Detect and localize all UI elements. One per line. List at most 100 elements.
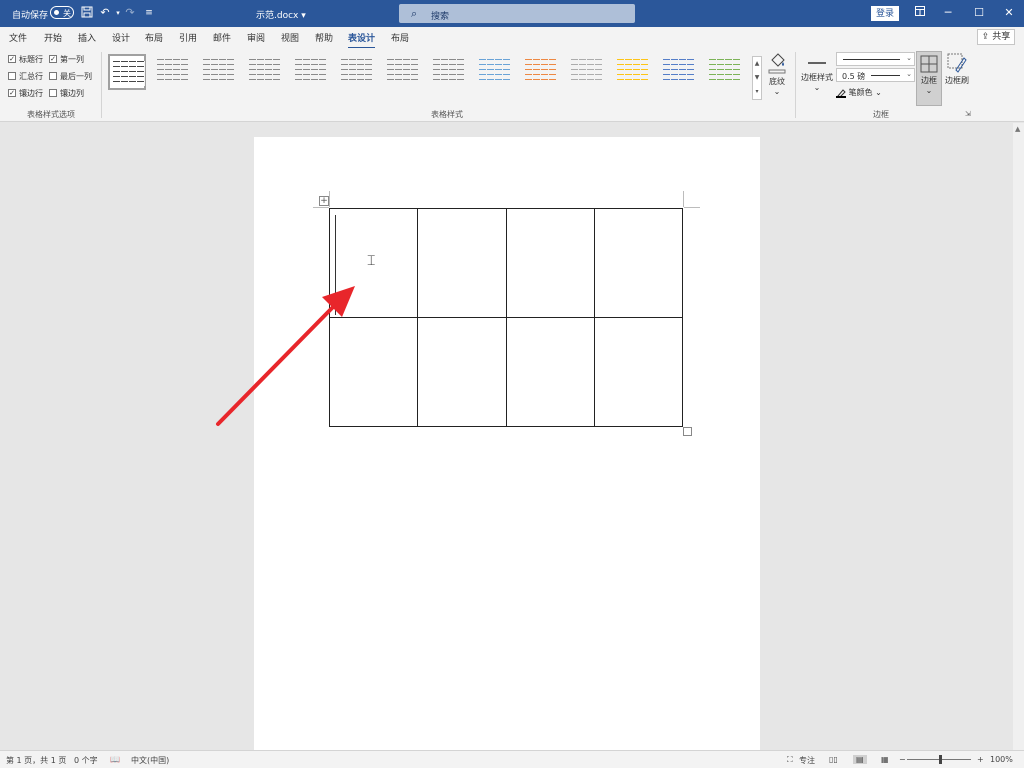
table-style-thumb[interactable] [706, 54, 744, 90]
tab-help[interactable]: 帮助 [315, 31, 333, 44]
table-style-thumb[interactable] [522, 54, 560, 90]
banded-rows-checkbox[interactable]: ✓ [8, 89, 16, 97]
zoom-in-icon[interactable]: + [977, 755, 984, 764]
table-cell[interactable] [505, 208, 595, 318]
status-bar: 第 1 页，共 1 页 0 个字 📖 中文(中国) ⛶ 专注 ▯▯ ▤ ▦ − … [0, 750, 1024, 768]
chevron-down-icon: ⌄ [773, 87, 781, 96]
proofing-icon[interactable]: 📖 [110, 755, 120, 764]
table-move-handle-icon[interactable]: + [319, 196, 329, 206]
border-style-icon [808, 62, 826, 64]
table-style-thumb[interactable] [614, 54, 652, 90]
table-style-thumb[interactable] [246, 54, 284, 90]
save-icon[interactable] [80, 6, 94, 20]
table-resize-handle[interactable] [683, 427, 692, 436]
tab-file[interactable]: 文件 [9, 31, 27, 44]
language[interactable]: 中文(中国) [131, 755, 169, 766]
last-column-checkbox[interactable] [49, 72, 57, 80]
tab-design[interactable]: 设计 [112, 31, 130, 44]
tab-insert[interactable]: 插入 [78, 31, 96, 44]
style-preview [433, 59, 465, 84]
undo-icon[interactable]: ↶ [98, 6, 112, 20]
chevron-up-icon[interactable]: ▲ [755, 60, 760, 67]
close-icon[interactable]: ✕ [999, 4, 1019, 22]
banded-columns-checkbox[interactable] [49, 89, 57, 97]
table-style-thumb[interactable] [568, 54, 606, 90]
tab-references[interactable]: 引用 [179, 31, 197, 44]
redo-icon[interactable]: ↷ [123, 6, 137, 20]
table-style-thumb[interactable] [338, 54, 376, 90]
style-preview [113, 61, 145, 86]
zoom-slider-thumb[interactable] [939, 755, 942, 764]
focus-label[interactable]: 专注 [799, 755, 815, 766]
page-count[interactable]: 第 1 页，共 1 页 [6, 755, 66, 766]
border-painter-label: 边框刷 [945, 76, 969, 85]
banded-rows-label: 镶边行 [19, 89, 43, 98]
style-preview [157, 59, 189, 84]
table-style-thumb[interactable] [154, 54, 192, 90]
chevron-down-icon: ⌄ [906, 54, 912, 62]
tab-mailings[interactable]: 邮件 [213, 31, 231, 44]
table-style-thumb[interactable] [476, 54, 514, 90]
read-mode-icon[interactable]: ▯▯ [829, 755, 838, 764]
document-filename[interactable]: 示范.docx ▾ [256, 8, 306, 21]
login-button[interactable]: 登录 [871, 6, 899, 21]
document-table[interactable] [328, 208, 684, 427]
ribbon-display-icon[interactable] [910, 4, 930, 22]
chevron-down-icon[interactable]: ▼ [755, 74, 760, 81]
table-style-thumb[interactable] [108, 54, 146, 90]
table-cell[interactable] [593, 208, 684, 318]
tab-review[interactable]: 审阅 [247, 31, 265, 44]
customize-icon[interactable]: ≡ [142, 6, 156, 20]
share-button[interactable]: ⇪ 共享 [977, 29, 1015, 45]
table-style-thumb[interactable] [200, 54, 238, 90]
zoom-out-icon[interactable]: − [899, 755, 906, 764]
borders-label: 边框 [921, 76, 937, 85]
table-style-thumb[interactable] [430, 54, 468, 90]
table-styles-group-label: 表格样式 [431, 110, 463, 119]
tab-home[interactable]: 开始 [44, 31, 62, 44]
tab-view[interactable]: 视图 [281, 31, 299, 44]
web-layout-icon[interactable]: ▦ [881, 755, 889, 764]
table-style-thumb[interactable] [384, 54, 422, 90]
zoom-level[interactable]: 100% [990, 755, 1013, 764]
print-layout-icon[interactable]: ▤ [853, 755, 867, 764]
autosave-toggle[interactable]: 关 [50, 6, 74, 19]
table-cell[interactable] [328, 317, 419, 427]
borders-button[interactable]: 边框 ⌄ [916, 51, 942, 106]
margin-mark [329, 191, 330, 207]
table-cell[interactable] [417, 208, 507, 318]
shading-button[interactable]: 底纹 ⌄ [766, 52, 788, 96]
gallery-more-icon[interactable]: ▾ [755, 88, 758, 95]
maximize-icon[interactable]: ☐ [969, 4, 989, 22]
gallery-scroll[interactable]: ▲ ▼ ▾ [752, 56, 762, 100]
focus-icon[interactable]: ⛶ [787, 755, 793, 765]
table-style-thumb[interactable] [660, 54, 698, 90]
style-preview [249, 59, 281, 84]
total-row-checkbox[interactable] [8, 72, 16, 80]
total-row-label: 汇总行 [19, 72, 43, 81]
separator [795, 52, 796, 118]
pen-color-button[interactable]: 笔颜色 ⌄ [836, 87, 882, 98]
border-styles-button[interactable]: 边框样式 ⌄ [800, 56, 834, 92]
header-row-checkbox[interactable]: ✓ [8, 55, 16, 63]
margin-mark [683, 191, 684, 207]
first-column-checkbox[interactable]: ✓ [49, 55, 57, 63]
table-cell[interactable] [417, 317, 507, 427]
border-painter-button[interactable]: 边框刷 [944, 53, 970, 86]
vertical-scrollbar[interactable]: ▲ [1013, 123, 1024, 750]
dialog-launcher-icon[interactable]: ⇲ [965, 110, 971, 118]
table-cell[interactable] [505, 317, 595, 427]
tab-table-design[interactable]: 表设计 [348, 31, 376, 49]
search-box[interactable]: ⌕ 搜索 [399, 4, 635, 23]
table-style-thumb[interactable] [292, 54, 330, 90]
line-preview [871, 75, 900, 76]
pen-style-select[interactable]: ⌄ [836, 52, 915, 66]
ibeam-cursor-icon: ⌶ [367, 253, 376, 269]
minimize-icon[interactable]: ─ [938, 4, 958, 22]
pen-weight-select[interactable]: 0.5 磅 ⌄ [836, 68, 915, 82]
scroll-up-icon[interactable]: ▲ [1015, 125, 1020, 133]
tab-table-layout[interactable]: 布局 [391, 31, 409, 44]
word-count[interactable]: 0 个字 [74, 755, 98, 766]
table-cell[interactable] [593, 317, 684, 427]
tab-layout[interactable]: 布局 [145, 31, 163, 44]
